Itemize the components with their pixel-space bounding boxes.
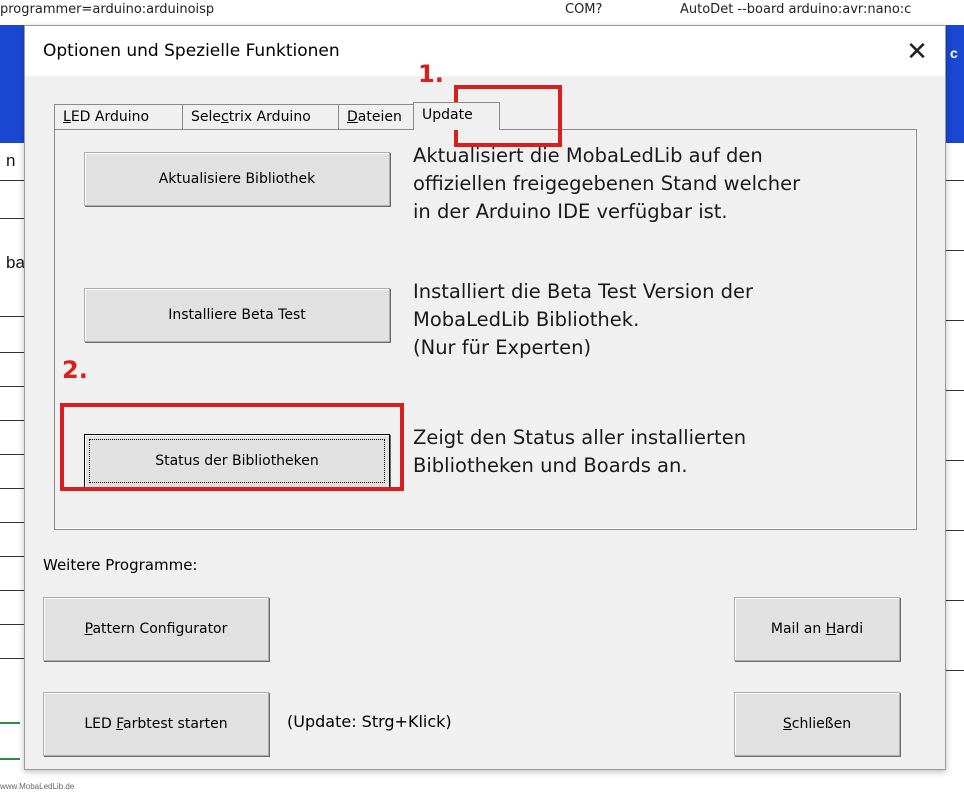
background-toolbar: programmer=arduino:arduinoisp COM? AutoD… bbox=[0, 0, 964, 22]
background-gridline bbox=[0, 420, 24, 421]
dialog-titlebar: Optionen und Spezielle Funktionen ✕ bbox=[25, 26, 945, 76]
description-line: Aktualisiert die MobaLedLib auf den bbox=[413, 144, 763, 167]
install-beta-description: Installiert die Beta Test Version der Mo… bbox=[413, 278, 753, 362]
background-gridline bbox=[0, 488, 24, 489]
background-fragment: n bbox=[6, 151, 16, 170]
annotation-step-2: 2. bbox=[62, 356, 88, 384]
background-gridline bbox=[0, 658, 24, 659]
update-library-description: Aktualisiert die MobaLedLib auf den offi… bbox=[413, 142, 800, 226]
background-gridline bbox=[944, 670, 964, 671]
update-library-button-label: Aktualisiere Bibliothek bbox=[158, 171, 316, 187]
accelerator: S bbox=[782, 716, 792, 732]
tab-update[interactable]: Update bbox=[413, 102, 500, 130]
background-gridline bbox=[0, 352, 24, 353]
autodet-text: AutoDet --board arduino:avr:nano:c bbox=[680, 2, 912, 17]
background-gridline bbox=[944, 390, 964, 391]
port-text: COM? bbox=[565, 2, 603, 17]
background-header-char: c bbox=[950, 45, 958, 61]
button-text: attern Configurator bbox=[92, 621, 228, 637]
tab-led-arduino[interactable]: LED Arduino bbox=[54, 104, 199, 129]
background-fragment: ba bbox=[6, 253, 25, 272]
description-line: MobaLedLib Bibliothek. bbox=[413, 308, 640, 331]
description-line: Installiert die Beta Test Version der bbox=[413, 280, 754, 303]
programmer-text: programmer=arduino:arduinoisp bbox=[0, 2, 215, 17]
accelerator: H bbox=[825, 621, 837, 637]
background-header-left bbox=[0, 25, 24, 143]
install-beta-button[interactable]: Installiere Beta Test bbox=[84, 288, 390, 342]
background-gridline bbox=[0, 556, 24, 557]
led-color-test-label: LED Farbtest starten bbox=[84, 716, 227, 732]
background-gridline bbox=[0, 218, 24, 219]
update-library-button[interactable]: Aktualisiere Bibliothek bbox=[84, 152, 390, 206]
install-beta-button-label: Installiere Beta Test bbox=[168, 307, 306, 323]
focus-ring bbox=[89, 439, 385, 483]
pattern-configurator-label: Pattern Configurator bbox=[85, 621, 228, 637]
background-gridline bbox=[0, 180, 24, 181]
tab-label: trix Arduino bbox=[228, 109, 311, 125]
close-icon[interactable]: ✕ bbox=[895, 30, 939, 72]
background-gridline bbox=[944, 600, 964, 601]
tab-accelerator: L bbox=[63, 109, 71, 125]
update-tab-panel: Aktualisiere Bibliothek Aktualisiert die… bbox=[54, 129, 917, 530]
tab-accelerator: c bbox=[221, 109, 229, 125]
background-gridline bbox=[0, 454, 24, 455]
annotation-step-1: 1. bbox=[418, 60, 444, 88]
background-gridline bbox=[944, 180, 964, 181]
background-gridline bbox=[944, 320, 964, 321]
background-header-right: c bbox=[944, 25, 964, 143]
led-color-test-button[interactable]: LED Farbtest starten bbox=[43, 692, 269, 756]
close-button[interactable]: Schließen bbox=[734, 692, 900, 756]
background-gridline bbox=[0, 386, 24, 387]
description-line: Zeigt den Status aller installierten bbox=[413, 426, 747, 449]
background-gridline bbox=[0, 316, 24, 317]
mail-hardi-label: Mail an Hardi bbox=[771, 621, 863, 637]
background-gridline bbox=[0, 624, 24, 625]
further-programs-label: Weitere Programme: bbox=[43, 556, 198, 574]
mail-hardi-button[interactable]: Mail an Hardi bbox=[734, 597, 900, 661]
background-marker bbox=[0, 758, 20, 760]
options-dialog: Optionen und Spezielle Funktionen ✕ LED … bbox=[24, 25, 946, 770]
button-text: arbtest starten bbox=[123, 716, 228, 732]
tab-label: ED Arduino bbox=[70, 109, 150, 125]
close-button-label: Schließen bbox=[783, 716, 851, 732]
tab-label-prefix: Sele bbox=[191, 109, 222, 125]
library-status-description: Zeigt den Status aller installierten Bib… bbox=[413, 424, 746, 480]
background-rows: n ba bbox=[0, 143, 25, 773]
tab-label: ateien bbox=[357, 109, 402, 125]
description-line: (Nur für Experten) bbox=[413, 336, 592, 359]
accelerator: F bbox=[116, 716, 123, 732]
tab-accelerator: D bbox=[347, 109, 358, 125]
tab-selectrix-arduino[interactable]: Selectrix Arduino bbox=[182, 104, 355, 129]
background-marker bbox=[0, 722, 20, 724]
background-gridline bbox=[0, 522, 24, 523]
background-footer: www.MobaLedLib.de bbox=[0, 782, 75, 791]
background-gridline bbox=[944, 460, 964, 461]
description-line: offiziellen freigegebenen Stand welcher bbox=[413, 172, 801, 195]
update-hint: (Update: Strg+Klick) bbox=[287, 712, 452, 731]
description-line: Bibliotheken und Boards an. bbox=[413, 454, 688, 477]
description-line: in der Arduino IDE verfügbar ist. bbox=[413, 200, 728, 223]
library-status-button[interactable]: Status der Bibliotheken bbox=[84, 434, 390, 488]
background-gridline bbox=[0, 590, 24, 591]
button-text: ardi bbox=[836, 621, 864, 637]
button-text: Mail an bbox=[770, 621, 826, 637]
pattern-configurator-button[interactable]: Pattern Configurator bbox=[43, 597, 269, 661]
background-gridline bbox=[944, 530, 964, 531]
tab-label: Update bbox=[422, 107, 473, 123]
dialog-title: Optionen und Spezielle Funktionen bbox=[43, 41, 340, 61]
background-gridline bbox=[944, 250, 964, 251]
button-text: chließen bbox=[791, 716, 852, 732]
button-text: LED bbox=[84, 716, 117, 732]
